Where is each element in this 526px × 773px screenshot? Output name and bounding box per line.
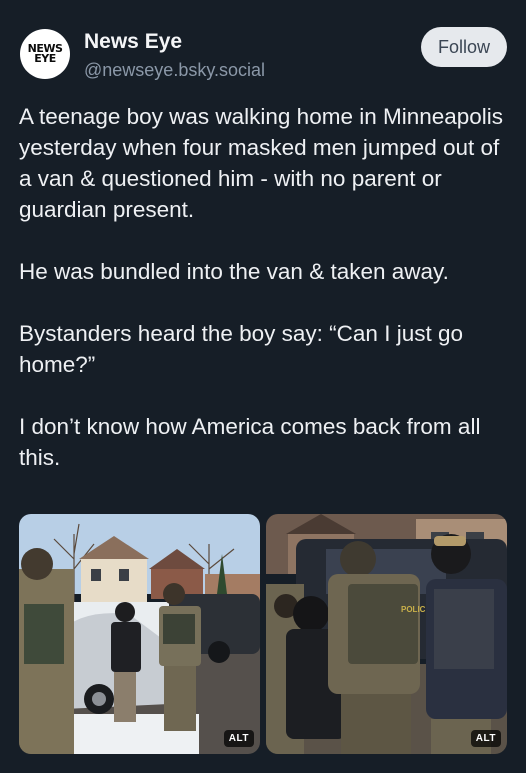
follow-button[interactable]: Follow [421, 27, 507, 67]
alt-badge[interactable]: ALT [470, 730, 501, 747]
photo-2[interactable]: POLICE ALT [266, 514, 507, 754]
avatar[interactable]: NEWS EYE [20, 29, 70, 79]
media-gallery: ALT POLICE ALT [19, 514, 507, 754]
post-paragraph: I don’t know how America comes back from… [19, 414, 481, 470]
avatar-line-2: EYE [34, 52, 56, 65]
post-paragraph: Bystanders heard the boy say: “Can I jus… [19, 321, 463, 377]
post-text: A teenage boy was walking home in Minnea… [19, 101, 509, 504]
photo-1-scene [19, 514, 260, 754]
post-paragraph: He was bundled into the van & taken away… [19, 259, 449, 284]
author-display-name[interactable]: News Eye [84, 30, 182, 54]
post-card: NEWS EYE News Eye @newseye.bsky.social F… [0, 0, 526, 773]
alt-badge[interactable]: ALT [223, 730, 254, 747]
author-handle[interactable]: @newseye.bsky.social [84, 60, 265, 81]
photo-2-scene: POLICE [266, 514, 507, 754]
post-paragraph: A teenage boy was walking home in Minnea… [19, 104, 504, 222]
photo-1[interactable]: ALT [19, 514, 260, 754]
